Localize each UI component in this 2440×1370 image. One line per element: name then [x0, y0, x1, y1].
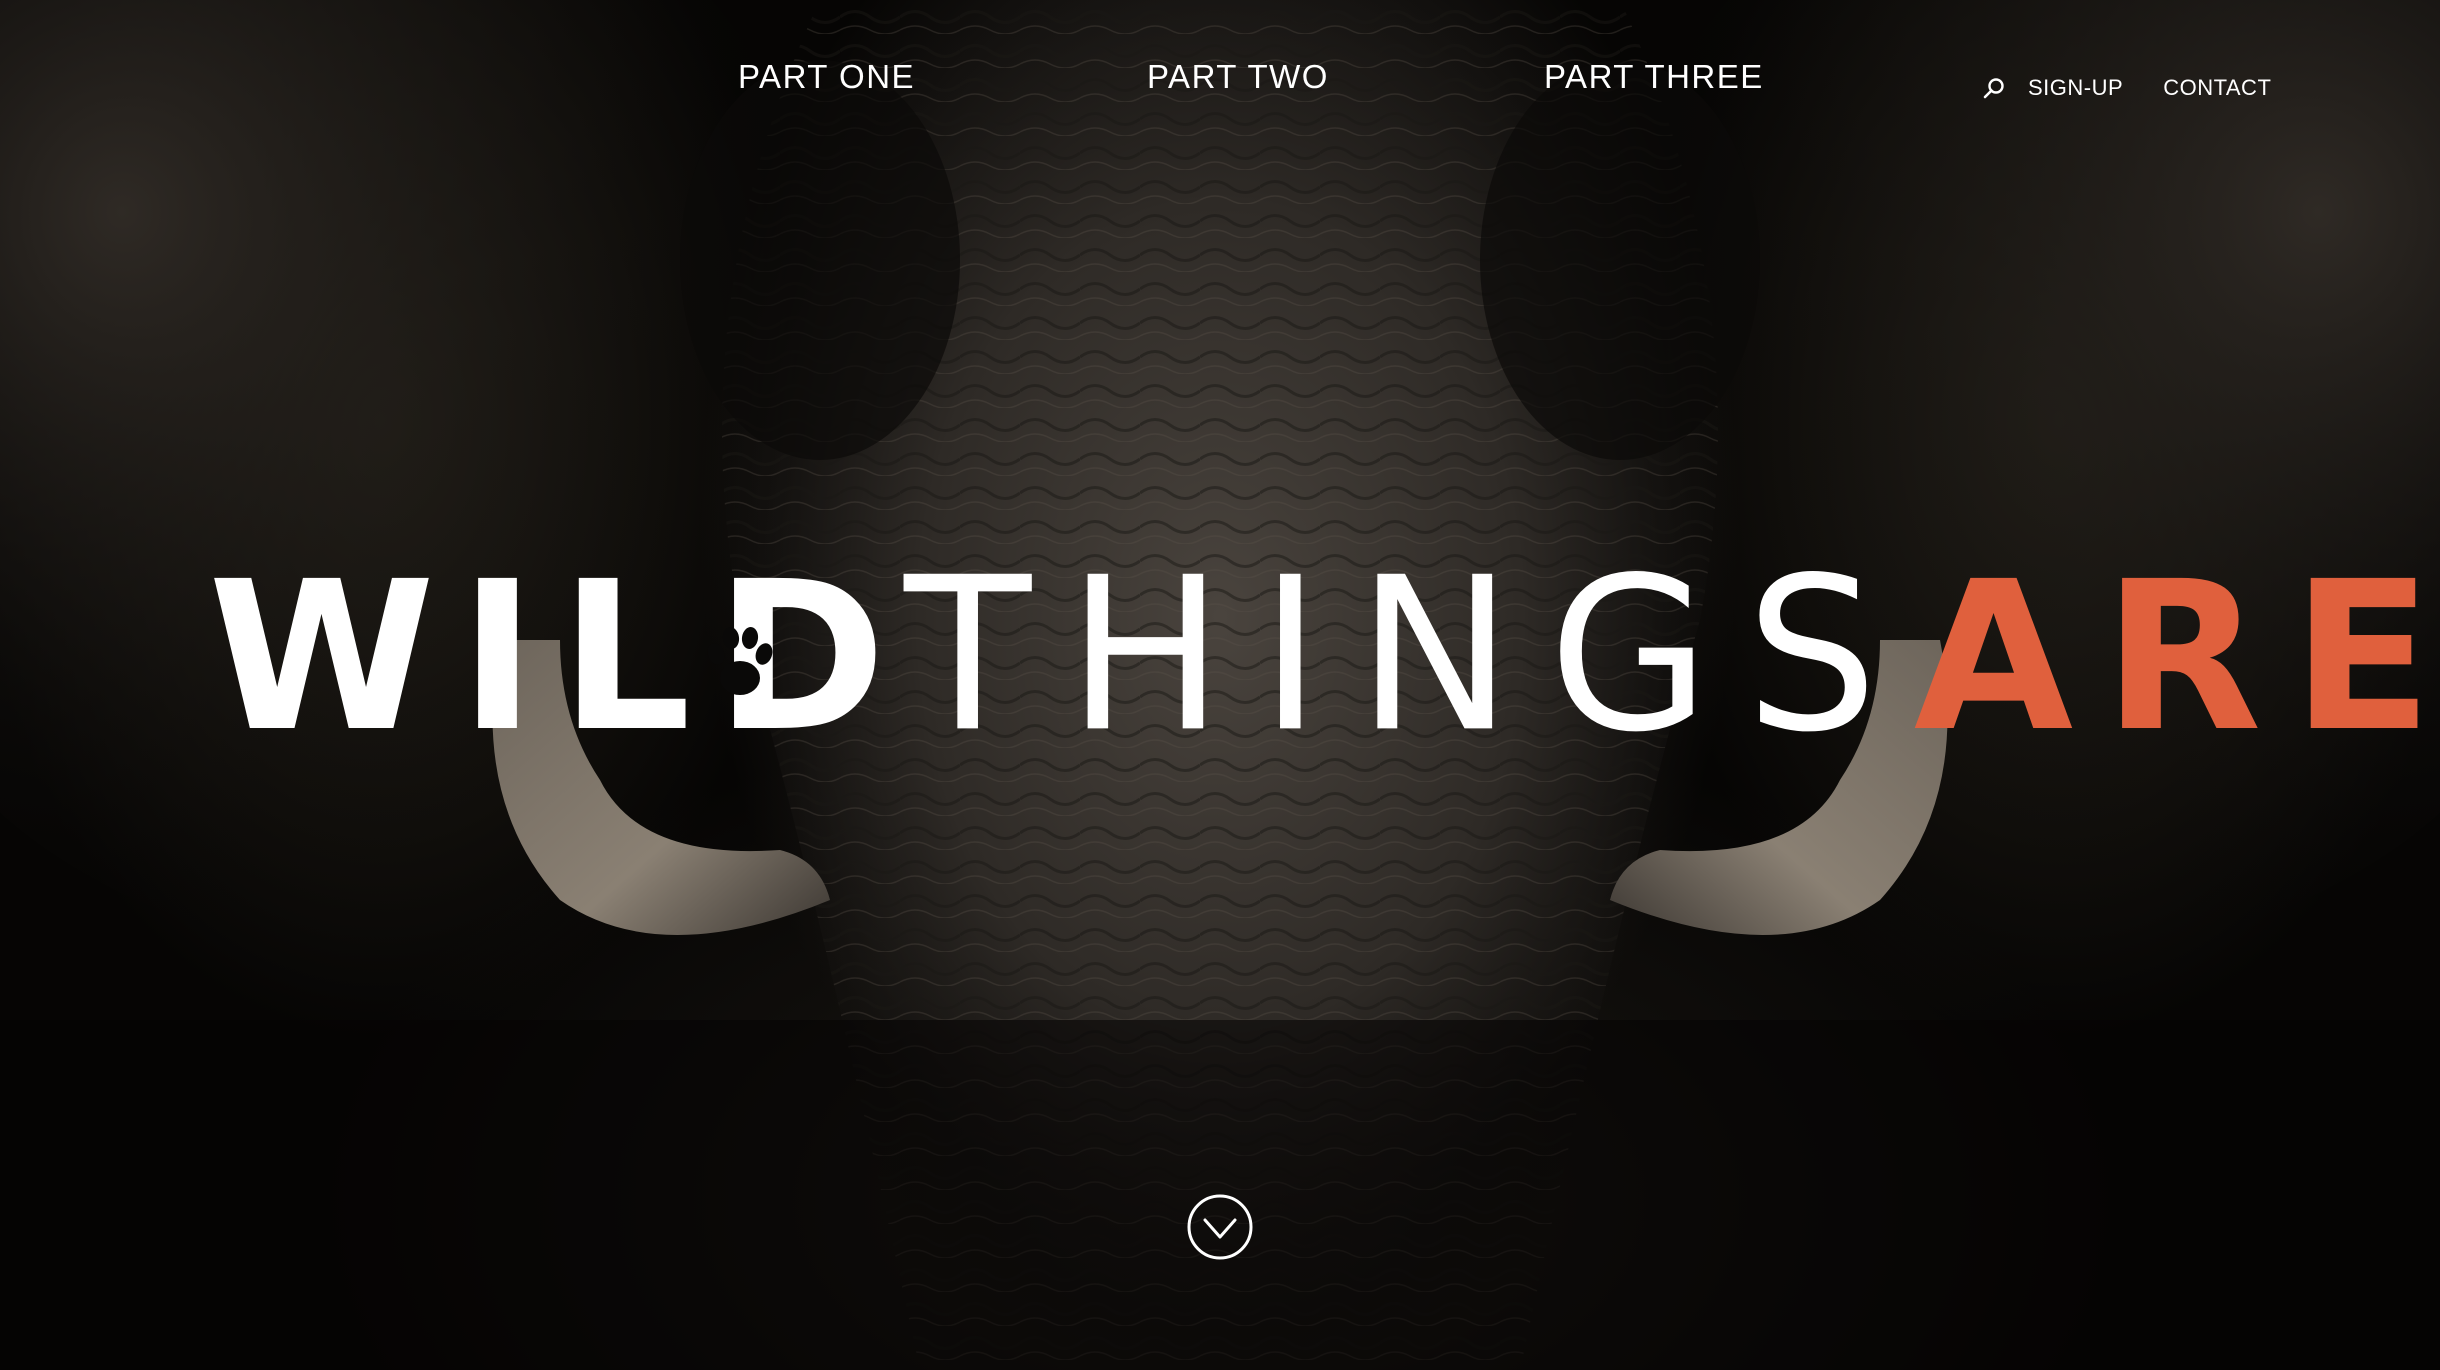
hero-title: WILD THINGS ARE	[208, 550, 2433, 762]
utility-nav: SIGN-UP CONTACT	[1982, 70, 2271, 106]
hero-section: PART ONE PART TWO PART THREE SIGN-UP CON…	[0, 0, 2440, 1370]
search-icon[interactable]	[1982, 76, 2006, 100]
signup-link[interactable]: SIGN-UP	[2028, 75, 2123, 101]
chevron-down-circle-icon[interactable]	[1186, 1193, 1254, 1261]
title-word-things: THINGS	[904, 532, 1914, 780]
nav-part-three-link[interactable]: PART THREE	[1544, 58, 1764, 96]
contact-link[interactable]: CONTACT	[2163, 75, 2271, 101]
nav-part-one-link[interactable]: PART ONE	[738, 58, 915, 96]
title-word-are: ARE	[1913, 537, 2440, 777]
nav-part-two-link[interactable]: PART TWO	[1147, 58, 1329, 96]
title-word-wild: WILD	[208, 537, 911, 777]
paw-print-icon	[707, 627, 773, 695]
